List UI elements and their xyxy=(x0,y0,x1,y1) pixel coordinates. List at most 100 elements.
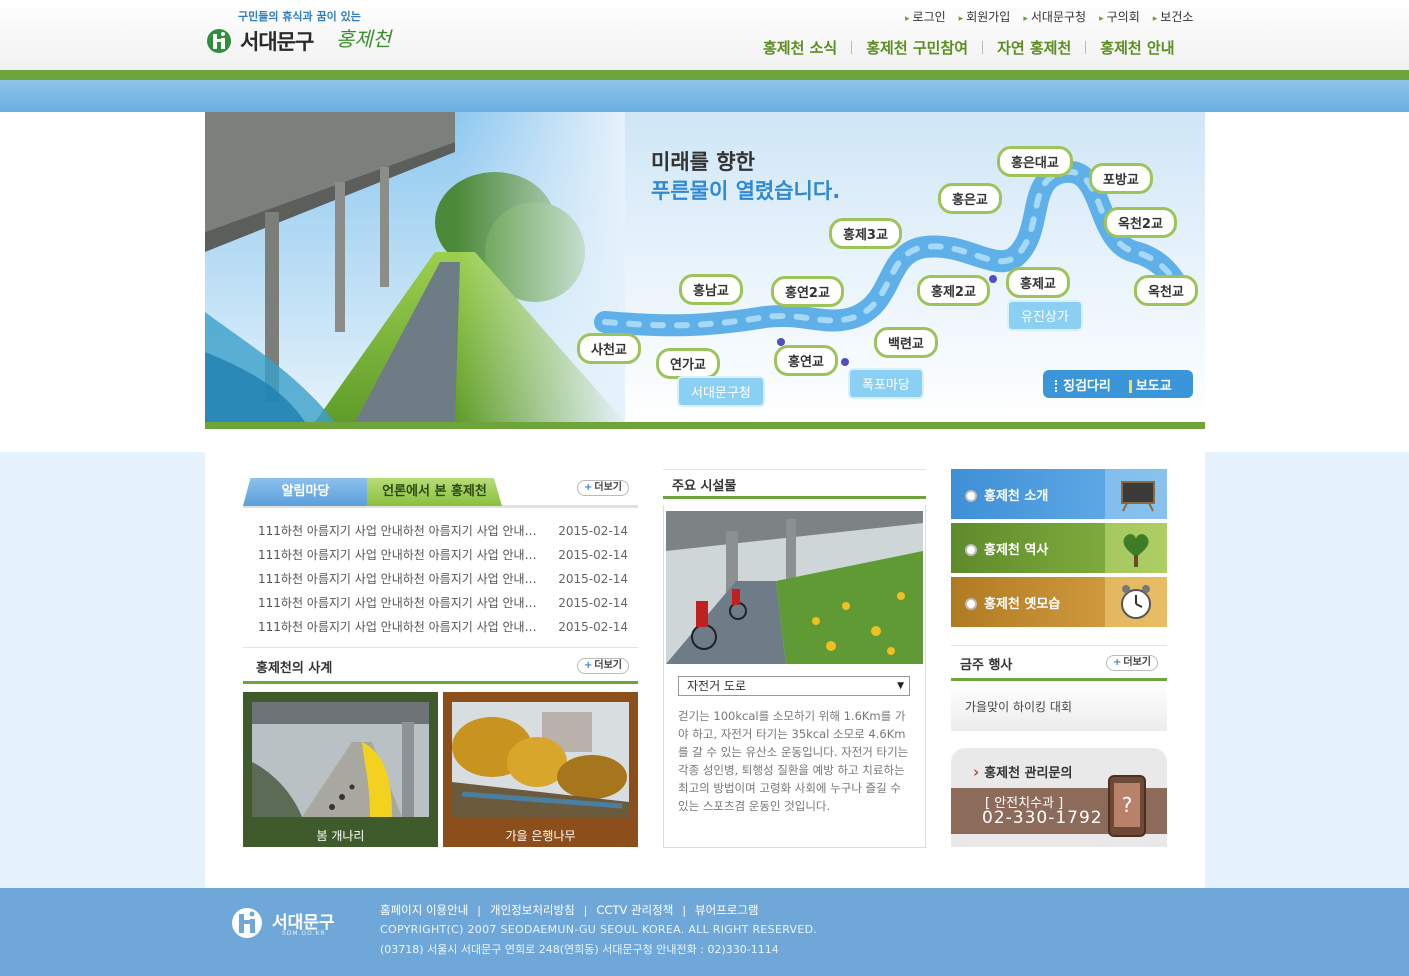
events-more-button[interactable]: 더보기 xyxy=(1106,655,1158,671)
news-date: 2015-02-14 xyxy=(558,596,628,610)
news-list: 111하천 아름지기 사업 안내하천 아름지기 사업 안내하천 아름지기 201… xyxy=(258,523,628,643)
map-legend: 징검다리 보도교 xyxy=(1043,370,1193,398)
events-title-underline xyxy=(951,678,1167,681)
site-logo[interactable]: 구민들의 휴식과 꿈이 있는 서대문구 홍제천 xyxy=(206,6,396,60)
spring-caption: 봄 개나리 xyxy=(316,829,365,843)
nav-divider xyxy=(1085,41,1087,54)
footer-logo[interactable]: 서대문구 SDM.GO.KR xyxy=(230,904,370,944)
district-office-link[interactable]: 서대문구청 xyxy=(1023,8,1086,25)
nav-news[interactable]: 홍제천 소식 xyxy=(763,37,837,58)
news-date: 2015-02-14 xyxy=(558,524,628,538)
signup-link[interactable]: 회원가입 xyxy=(959,8,1010,25)
footer-divider: | xyxy=(583,903,588,917)
news-title[interactable]: 111하천 아름지기 사업 안내하천 아름지기 사업 안내하천 아름지기 xyxy=(258,523,540,547)
footer-divider: | xyxy=(682,903,687,917)
quick-link-history[interactable]: 홍제천 역사 xyxy=(951,523,1167,573)
facility-label-district-office[interactable]: 서대문구청 xyxy=(677,376,765,407)
seasons-title-underline xyxy=(243,681,638,684)
main-nav: 홍제천 소식 홍제천 구민참여 자연 홍제천 홍제천 안내 xyxy=(763,37,1175,58)
news-more-button[interactable]: 더보기 xyxy=(577,480,629,496)
logo-tagline: 구민들의 휴식과 꿈이 있는 xyxy=(238,10,361,23)
news-row[interactable]: 111하천 아름지기 사업 안내하천 아름지기 사업 안내하천 아름지기 201… xyxy=(258,595,628,619)
bridge-label-hongeun[interactable]: 홍은교 xyxy=(938,183,1002,214)
phone-question-icon: ? xyxy=(1108,775,1146,837)
nav-nature[interactable]: 자연 홍제천 xyxy=(997,37,1071,58)
season-card-autumn[interactable]: 가을 은행나무 xyxy=(443,692,638,847)
news-title[interactable]: 111하천 아름지기 사업 안내하천 아름지기 사업 안내하천 아름지기 xyxy=(258,619,540,643)
hero-stream-map: 미래를 향한 푸른물이 열렸습니다. 사천교 연가교 홍남교 홍연교 홍연2교 … xyxy=(205,112,1205,422)
events-title: 금주 행사 xyxy=(960,658,1013,673)
quick-link-old-photos[interactable]: 홍제천 옛모습 xyxy=(951,577,1167,627)
quick-link-intro[interactable]: 홍제천 소개 xyxy=(951,469,1167,519)
facility-label-yujin[interactable]: 유진상가 xyxy=(1007,300,1083,331)
autumn-ginkgo-photo xyxy=(452,702,629,817)
bridge-label-hongyeon[interactable]: 홍연교 xyxy=(774,345,838,376)
bridge-label-hongyeon2[interactable]: 홍연2교 xyxy=(771,276,844,307)
footer-link-cctv[interactable]: CCTV 관리정책 xyxy=(596,902,673,918)
news-title[interactable]: 111하천 아름지기 사업 안내하천 아름지기 사업 안내하천 아름지기 xyxy=(258,571,540,595)
facilities-title-underline xyxy=(663,496,926,499)
news-row[interactable]: 111하천 아름지기 사업 안내하천 아름지기 사업 안내하천 아름지기 201… xyxy=(258,523,628,547)
news-title[interactable]: 111하천 아름지기 사업 안내하천 아름지기 사업 안내하천 아름지기 xyxy=(258,547,540,571)
alarm-clock-icon xyxy=(1105,577,1167,627)
bridge-label-hongje2[interactable]: 홍제2교 xyxy=(917,275,990,306)
bridge-label-okcheon[interactable]: 옥천교 xyxy=(1134,275,1198,306)
legend-stepping-stone: 징검다리 xyxy=(1055,375,1111,394)
bridge-label-hongje[interactable]: 홍제교 xyxy=(1006,267,1070,298)
nav-divider xyxy=(982,41,984,54)
hero-bottom-line xyxy=(205,422,1205,429)
login-link[interactable]: 로그인 xyxy=(905,8,946,25)
facility-select[interactable]: 자전거 도로 xyxy=(678,676,910,696)
facility-label-waterfall[interactable]: 폭포마당 xyxy=(848,368,924,399)
event-item[interactable]: 가을맞이 하이킹 대회 xyxy=(965,698,1072,715)
seasons-more-button[interactable]: 더보기 xyxy=(577,658,629,674)
utility-nav: 로그인 회원가입 서대문구청 구의회 보건소 xyxy=(905,8,1206,25)
news-title[interactable]: 111하천 아름지기 사업 안내하천 아름지기 사업 안내하천 아름지기 xyxy=(258,595,540,619)
bridge-label-okcheon2[interactable]: 옥천2교 xyxy=(1104,207,1177,238)
bridge-label-hongeun-daegyo[interactable]: 홍은대교 xyxy=(997,146,1073,177)
district-emblem-icon xyxy=(232,908,262,938)
footer-link-viewer[interactable]: 뷰어프로그램 xyxy=(695,902,758,918)
contact-title: 홍제천 관리문의 xyxy=(973,762,1072,781)
facilities-title: 주요 시설물 xyxy=(672,479,737,494)
facilities-top-divider xyxy=(663,469,926,470)
tab-press[interactable]: 언론에서 본 홍제천 xyxy=(367,478,502,506)
health-center-link[interactable]: 보건소 xyxy=(1153,8,1193,25)
footer-link-usage[interactable]: 홈페이지 이용안내 xyxy=(380,902,468,918)
bicycle-road-photo xyxy=(666,511,923,664)
district-council-link[interactable]: 구의회 xyxy=(1099,8,1140,25)
bridge-label-pobang[interactable]: 포방교 xyxy=(1089,163,1153,194)
news-row[interactable]: 111하천 아름지기 사업 안내하천 아름지기 사업 안내하천 아름지기 201… xyxy=(258,571,628,595)
logo-district-name: 서대문구 xyxy=(240,30,314,54)
contact-phone: 02-330-1792 xyxy=(982,808,1103,828)
seasons-title: 홍제천의 사계 xyxy=(256,661,333,676)
bridge-label-hongje3[interactable]: 홍제3교 xyxy=(829,218,902,249)
footer-link-privacy[interactable]: 개인정보처리방침 xyxy=(490,902,575,918)
nav-participation[interactable]: 홍제천 구민참여 xyxy=(866,37,968,58)
nav-guide[interactable]: 홍제천 안내 xyxy=(1100,37,1174,58)
bridge-label-hongnam[interactable]: 홍남교 xyxy=(679,274,743,305)
season-card-spring[interactable]: 봄 개나리 xyxy=(243,692,438,847)
footer-nav: 홈페이지 이용안내 | 개인정보처리방침 | CCTV 관리정책 | 뷰어프로그… xyxy=(380,902,759,918)
facility-marker-waterfall xyxy=(841,358,849,366)
blackboard-icon xyxy=(1105,469,1167,519)
svg-text:?: ? xyxy=(1122,793,1133,817)
quick-link-history-label: 홍제천 역사 xyxy=(965,539,1048,558)
district-emblem-icon xyxy=(207,29,231,53)
heart-tree-icon xyxy=(1105,523,1167,573)
news-row[interactable]: 111하천 아름지기 사업 안내하천 아름지기 사업 안내하천 아름지기 201… xyxy=(258,547,628,571)
seasons-top-divider xyxy=(243,647,638,648)
bridge-label-baekryeon[interactable]: 백련교 xyxy=(874,327,938,358)
autumn-caption: 가을 은행나무 xyxy=(505,829,576,843)
tab-notice[interactable]: 알림마당 xyxy=(243,478,368,506)
legend-footbridge: 보도교 xyxy=(1129,375,1172,394)
bridge-label-yeonga[interactable]: 연가교 xyxy=(656,348,720,379)
bridge-label-sacheon[interactable]: 사천교 xyxy=(577,333,641,364)
quick-link-old-label: 홍제천 옛모습 xyxy=(965,593,1060,612)
news-date: 2015-02-14 xyxy=(558,548,628,562)
news-date: 2015-02-14 xyxy=(558,620,628,634)
footer-divider: | xyxy=(477,903,482,917)
news-row[interactable]: 111하천 아름지기 사업 안내하천 아름지기 사업 안내하천 아름지기 201… xyxy=(258,619,628,643)
facility-description: 걷기는 100kcal를 소모하기 위해 1.6Km를 가야 하고, 자전거 타… xyxy=(678,709,909,813)
news-date: 2015-02-14 xyxy=(558,572,628,586)
